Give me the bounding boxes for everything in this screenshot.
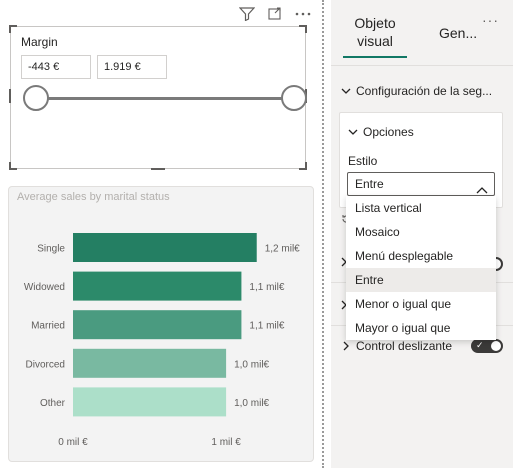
bar[interactable] <box>73 271 242 301</box>
chevron-right-icon <box>341 341 351 351</box>
resize-handle-bottom[interactable] <box>151 168 165 170</box>
range-max-input[interactable]: 1.919 € <box>97 55 167 79</box>
tab-general[interactable]: Gen... <box>439 25 477 41</box>
chevron-down-icon <box>341 86 351 96</box>
slider-max-handle[interactable] <box>281 85 307 111</box>
divider <box>331 65 513 66</box>
category-label: Married <box>31 321 65 332</box>
report-canvas: Margin -443 € 1.919 € Average sales by m… <box>0 0 322 468</box>
data-label: 1,0 mil€ <box>234 398 269 409</box>
resize-handle-left[interactable] <box>9 89 11 103</box>
category-label: Single <box>37 244 65 255</box>
options-card: Opciones Estilo Entre <box>339 112 503 208</box>
bar[interactable] <box>73 348 227 378</box>
slicer-title: Margin <box>21 35 58 49</box>
canvas-pane-divider[interactable] <box>322 0 324 468</box>
bar-chart-visual[interactable]: Average sales by marital status Single 1,… <box>8 186 314 462</box>
category-label: Widowed <box>24 282 65 293</box>
filter-icon[interactable] <box>238 6 256 22</box>
section-label: Configuración de la seg... <box>356 84 493 98</box>
options-label: Opciones <box>363 125 414 139</box>
dropdown-option[interactable]: Mosaico <box>346 220 496 244</box>
data-label: 1,0 mil€ <box>234 359 269 370</box>
style-select[interactable]: Entre <box>347 172 495 196</box>
slider-toggle[interactable]: ✓ <box>471 339 503 353</box>
resize-handle-top-left[interactable] <box>9 25 17 33</box>
dropdown-option[interactable]: Menor o igual que <box>346 292 496 316</box>
category-label: Other <box>40 398 66 409</box>
active-tab-indicator <box>343 56 407 58</box>
range-min-input[interactable]: -443 € <box>21 55 91 79</box>
resize-handle-bottom-right[interactable] <box>299 162 307 170</box>
chevron-down-icon <box>348 127 358 137</box>
margin-slicer[interactable]: Margin -443 € 1.919 € <box>9 25 307 170</box>
x-tick-label: 1 mil € <box>211 437 241 448</box>
resize-handle-bottom-left[interactable] <box>9 162 17 170</box>
options-header[interactable]: Opciones <box>348 125 414 139</box>
category-label: Divorced <box>26 359 65 370</box>
bar[interactable] <box>73 233 257 262</box>
checkmark-icon: ✓ <box>476 340 484 350</box>
slider-track <box>35 97 293 100</box>
data-label: 1,1 mil€ <box>249 282 284 293</box>
more-options-icon[interactable] <box>294 6 312 22</box>
bar[interactable] <box>73 310 242 340</box>
resize-handle-top-right[interactable] <box>299 25 307 33</box>
data-label: 1,2 mil€ <box>265 244 300 255</box>
section-slider[interactable]: Control deslizante <box>341 339 452 353</box>
style-label: Estilo <box>348 154 378 168</box>
section-slicer-settings[interactable]: Configuración de la seg... <box>341 84 492 98</box>
slider-min-handle[interactable] <box>23 85 49 111</box>
data-label: 1,1 mil€ <box>249 321 284 332</box>
pane-more-icon[interactable]: ··· <box>482 12 499 28</box>
focus-mode-icon[interactable] <box>266 6 284 22</box>
tab-visual[interactable]: Objeto visual <box>343 14 407 50</box>
dropdown-option[interactable]: Mayor o igual que <box>346 316 496 340</box>
style-dropdown-list: Lista vertical Mosaico Menú desplegable Ent… <box>346 196 496 340</box>
dropdown-option[interactable]: Entre <box>346 268 496 292</box>
dropdown-option[interactable]: Lista vertical <box>346 196 496 220</box>
bar[interactable] <box>73 387 227 417</box>
dropdown-option[interactable]: Menú desplegable <box>346 244 496 268</box>
section-slider-label: Control deslizante <box>356 339 453 353</box>
style-select-value: Entre <box>355 177 384 191</box>
bar-chart: Single 1,2 mil€ Widowed 1,1 mil€ Married 1,1 … <box>24 233 300 448</box>
x-tick-label: 0 mil € <box>58 437 88 448</box>
visual-header <box>238 6 312 22</box>
